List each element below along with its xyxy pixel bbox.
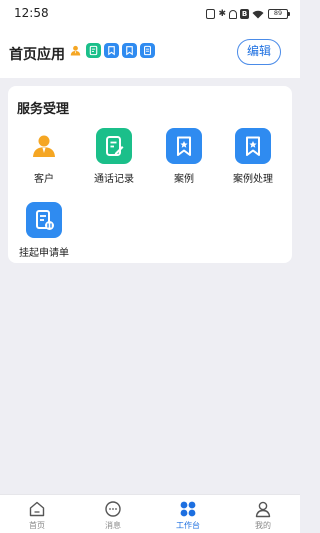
app-label: 客户 <box>34 174 54 185</box>
service-card: 服务受理 客户 通话记录 案例 案例处理 挂起申请单 <box>8 86 292 263</box>
bookmark-icon[interactable] <box>122 43 137 58</box>
document-pause-icon <box>26 202 62 238</box>
section-title: 服务受理 <box>17 102 70 117</box>
bottom-tab-bar: 首页 消息 工作台 我的 <box>0 494 300 533</box>
document-icon[interactable] <box>140 43 155 58</box>
tab-label: 消息 <box>105 521 121 530</box>
bluetooth-icon: ✱ <box>218 9 226 19</box>
header-app-shortcuts <box>68 43 158 58</box>
tab-workbench[interactable]: 工作台 <box>163 500 213 531</box>
profile-icon <box>255 501 271 518</box>
app-label: 案例处理 <box>233 174 273 185</box>
person-icon <box>26 128 62 164</box>
bookmark-icon[interactable] <box>104 43 119 58</box>
message-icon <box>105 501 121 517</box>
status-time: 12:58 <box>14 6 49 20</box>
grid-icon <box>180 501 196 517</box>
edit-button[interactable]: 编辑 <box>237 39 281 65</box>
app-call-records[interactable]: 通话记录 <box>84 128 144 188</box>
app-case[interactable]: 案例 <box>154 128 214 188</box>
wifi-icon <box>252 10 264 18</box>
call-record-icon <box>96 128 132 164</box>
call-record-icon[interactable] <box>86 43 101 58</box>
person-icon[interactable] <box>68 43 83 58</box>
bookmark-star-icon <box>235 128 271 164</box>
battery-icon: 89 <box>268 9 290 19</box>
tab-home[interactable]: 首页 <box>12 500 62 531</box>
app-label: 通话记录 <box>94 174 134 185</box>
app-label: 案例 <box>174 174 194 185</box>
tab-label: 工作台 <box>176 521 200 530</box>
battery-level: 89 <box>273 9 283 17</box>
status-bar: 12:58 ✱ B 89 <box>0 0 300 28</box>
app-customer[interactable]: 客户 <box>14 128 74 188</box>
status-icons: ✱ B 89 <box>203 8 290 20</box>
app-label: 挂起申请单 <box>19 248 69 259</box>
page-title: 首页应用 <box>9 47 65 63</box>
app-suspend-request[interactable]: 挂起申请单 <box>14 202 74 262</box>
home-icon <box>29 501 45 517</box>
bookmark-star-icon <box>166 128 202 164</box>
tab-profile[interactable]: 我的 <box>238 500 288 531</box>
tab-messages[interactable]: 消息 <box>88 500 138 531</box>
header: 首页应用 编辑 <box>0 28 300 78</box>
tab-label: 首页 <box>29 521 45 530</box>
app-case-processing[interactable]: 案例处理 <box>223 128 283 188</box>
bell-icon <box>229 9 237 19</box>
nfc-icon <box>206 9 216 19</box>
b-icon: B <box>240 9 249 19</box>
tab-label: 我的 <box>255 521 271 530</box>
